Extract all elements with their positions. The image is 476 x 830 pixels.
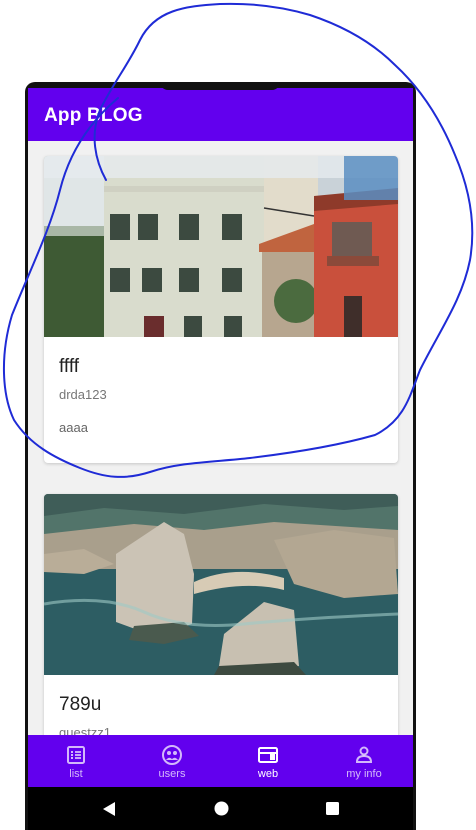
post-card[interactable]: ffff drda123 aaaa [44, 156, 398, 463]
back-icon[interactable] [101, 801, 117, 817]
bottom-navigation: list users web my info [28, 735, 413, 787]
nav-label: my info [346, 768, 382, 780]
app-bar: App BLOG [28, 88, 413, 141]
app-screen: App BLOG ffff drda123 aaaa 789u guestzz1… [28, 88, 413, 830]
users-icon [162, 745, 182, 765]
nav-item-web[interactable]: web [220, 735, 316, 787]
nav-item-users[interactable]: users [124, 735, 220, 787]
post-image-building [44, 156, 398, 337]
post-author: drda123 [59, 387, 107, 402]
nav-item-list[interactable]: list [28, 735, 124, 787]
nav-label: web [257, 768, 279, 780]
list-icon [67, 746, 85, 764]
recents-icon[interactable] [325, 801, 340, 816]
post-body: aaaa [59, 420, 88, 435]
nav-label: users [158, 768, 186, 780]
system-navigation-bar [28, 787, 413, 830]
post-title: ffff [59, 356, 80, 377]
post-author: guestzz1 [59, 725, 112, 735]
home-icon[interactable] [214, 801, 229, 816]
post-image-coast [44, 494, 398, 675]
post-title: 789u [59, 694, 102, 715]
post-list: ffff drda123 aaaa 789u guestzz1 [28, 141, 413, 735]
web-icon [258, 747, 278, 763]
phone-notch [160, 82, 280, 90]
nav-label: list [69, 768, 83, 780]
post-card[interactable]: 789u guestzz1 [44, 494, 398, 735]
nav-item-my-info[interactable]: my info [316, 735, 412, 787]
app-title: App BLOG [44, 105, 143, 126]
person-icon [355, 746, 373, 763]
